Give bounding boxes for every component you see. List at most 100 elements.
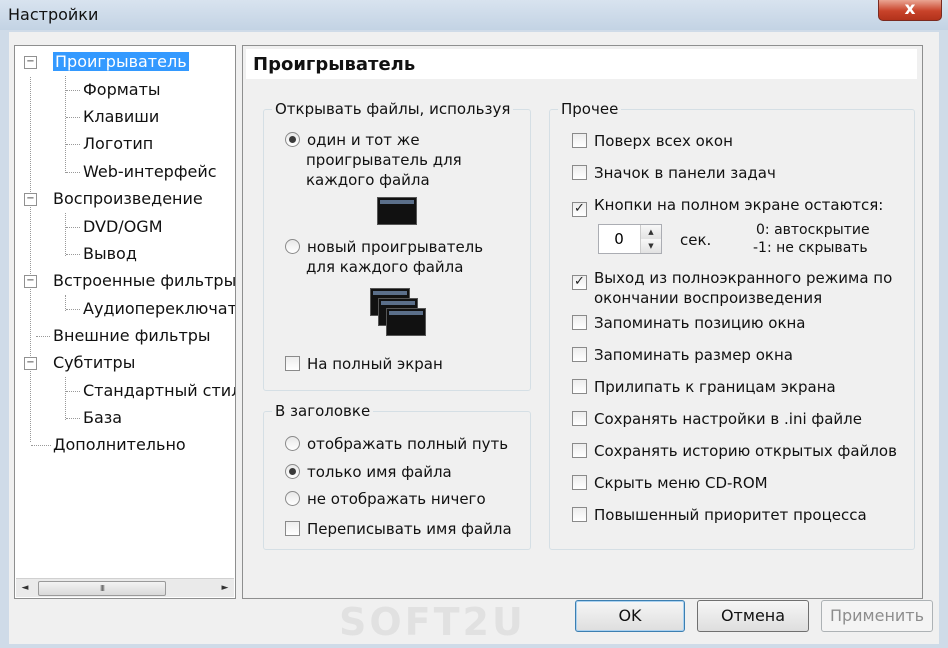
rewrite-filename-checkbox[interactable]: Переписывать имя файла [285,519,512,539]
radio-icon [285,464,300,479]
snap-to-edges-checkbox[interactable]: Прилипать к границам экрана [572,377,836,397]
tree-connector [66,144,80,145]
exit-fullscreen-checkbox[interactable]: ✓ Выход из полноэкранного режима по [572,268,892,290]
tree-item-internal-filters[interactable]: Встроенные фильтры [53,270,235,292]
tree-connector [66,418,80,419]
page-title: Проигрыватель [253,54,416,75]
timeout-value[interactable]: 0 [599,225,639,253]
tree-item-default-style[interactable]: Стандартный стиль [83,380,235,402]
radio-show-nothing[interactable]: не отображать ничего [285,489,486,509]
scroll-left-icon[interactable]: ◄ [16,579,34,597]
checkbox-label: На полный экран [307,355,443,373]
radio-icon [285,132,300,147]
checkbox-label: Запоминать позицию окна [594,314,806,332]
checkbox-icon [572,411,587,426]
tree-item-external-filters[interactable]: Внешние фильтры [53,325,211,347]
radio-label-line: для каждого файла [306,258,464,276]
caption-group: В заголовке отображать полный путь тольк… [263,402,531,550]
checkbox-icon [572,475,587,490]
remember-position-checkbox[interactable]: Запоминать позицию окна [572,313,806,333]
radio-new-player[interactable]: новый проигрыватель [285,237,483,257]
check-icon: ✓ [572,275,587,290]
title-bar: Настройки x [0,0,948,30]
scroll-right-icon[interactable]: ► [216,579,234,597]
save-ini-checkbox[interactable]: Сохранять настройки в .ini файле [572,409,862,429]
radio-label-line: каждого файла [306,171,430,189]
radio-full-path[interactable]: отображать полный путь [285,434,508,454]
tree-item-subtitles[interactable]: Субтитры [53,352,135,374]
checkbox-label: Переписывать имя файла [307,520,512,538]
collapse-icon[interactable]: − [24,357,37,370]
checkbox-icon [572,347,587,362]
tray-icon-checkbox[interactable]: Значок в панели задач [572,163,776,183]
radio-label-line: проигрыватель для [306,151,462,169]
settings-panel: Проигрыватель Открывать файлы, используя… [242,45,923,599]
checkbox-icon [572,443,587,458]
radio-file-name-only[interactable]: только имя файла [285,462,452,482]
timeout-hint-line1: 0: автоскрытие [756,222,870,238]
tree-item-output[interactable]: Вывод [83,243,137,265]
checkbox-icon [572,379,587,394]
tree-connector [66,309,80,310]
checkbox-label: Выход из полноэкранного режима по [594,269,893,287]
check-icon: ✓ [572,202,587,217]
apply-button[interactable]: Применить [821,600,933,632]
group-legend: В заголовке [272,402,374,420]
tree-item-player[interactable]: Проигрыватель [53,51,189,73]
radio-label: только имя файла [307,463,452,481]
checkbox-label: Скрыть меню CD-ROM [594,474,768,492]
tree-item-advanced[interactable]: Дополнительно [53,434,186,456]
collapse-icon[interactable]: − [24,193,37,206]
checkbox-icon [572,133,587,148]
checkbox-label: Запоминать размер окна [594,346,793,364]
tree-item-playback[interactable]: Воспроизведение [53,188,203,210]
always-on-top-checkbox[interactable]: Поверх всех окон [572,131,733,151]
collapse-icon[interactable]: − [24,56,37,69]
tree-connector [66,391,80,392]
open-files-group: Открывать файлы, используя один и тот же… [263,100,531,391]
collapse-icon[interactable]: − [24,275,37,288]
tree-item-database[interactable]: База [83,407,122,429]
other-group: Прочее Поверх всех окон Значок в панели … [549,100,915,550]
checkbox-icon [572,165,587,180]
horizontal-scrollbar[interactable]: ◄ III ► [16,578,234,597]
spin-down-icon[interactable]: ▼ [641,239,661,253]
radio-icon [285,491,300,506]
timeout-spinbox[interactable]: 0 ▲ ▼ [598,224,662,254]
save-history-checkbox[interactable]: Сохранять историю открытых файлов [572,441,897,461]
tree-item-keys[interactable]: Клавиши [83,106,159,128]
remember-size-checkbox[interactable]: Запоминать размер окна [572,345,793,365]
timeout-hint-line2: -1: не скрывать [753,240,868,256]
high-priority-checkbox[interactable]: Повышенный приоритет процесса [572,505,867,525]
spin-buttons: ▲ ▼ [640,225,661,253]
tree-connector [30,77,31,442]
radio-label: отображать полный путь [307,435,509,453]
radio-same-player[interactable]: один и тот же [285,130,420,150]
cancel-button[interactable]: Отмена [697,600,809,632]
close-button[interactable]: x [878,0,942,21]
tree-connector [65,213,66,256]
tree-connector [66,117,80,118]
tree-connector [66,90,80,91]
tree-item-audio-switcher[interactable]: Аудиопереключатель [83,298,235,320]
checkbox-icon [285,521,300,536]
tree-item-web-interface[interactable]: Web-интерфейс [83,161,217,183]
multi-window-icon [386,308,426,336]
ok-button[interactable]: OK [575,600,685,632]
tree-item-logo[interactable]: Логотип [83,133,153,155]
tree-connector [36,336,50,337]
tree-item-label: Проигрыватель [53,52,189,71]
tree-item-formats[interactable]: Форматы [83,79,161,101]
fullscreen-checkbox[interactable]: На полный экран [285,354,443,374]
hide-cdrom-checkbox[interactable]: Скрыть меню CD-ROM [572,473,768,493]
watermark: SOFT2U [339,600,526,644]
tree-connector [66,227,80,228]
spin-up-icon[interactable]: ▲ [641,225,661,240]
close-icon: x [904,0,916,19]
radio-icon [285,436,300,451]
tree-item-dvd-ogm[interactable]: DVD/OGM [83,216,163,238]
scroll-thumb[interactable]: III [38,581,166,596]
dialog-body: − − − − Проигрыватель Форматы Клавиши Ло… [9,32,939,644]
fullscreen-controls-checkbox[interactable]: ✓ Кнопки на полном экране остаются: [572,195,883,217]
radio-label: один и тот же [307,131,420,149]
